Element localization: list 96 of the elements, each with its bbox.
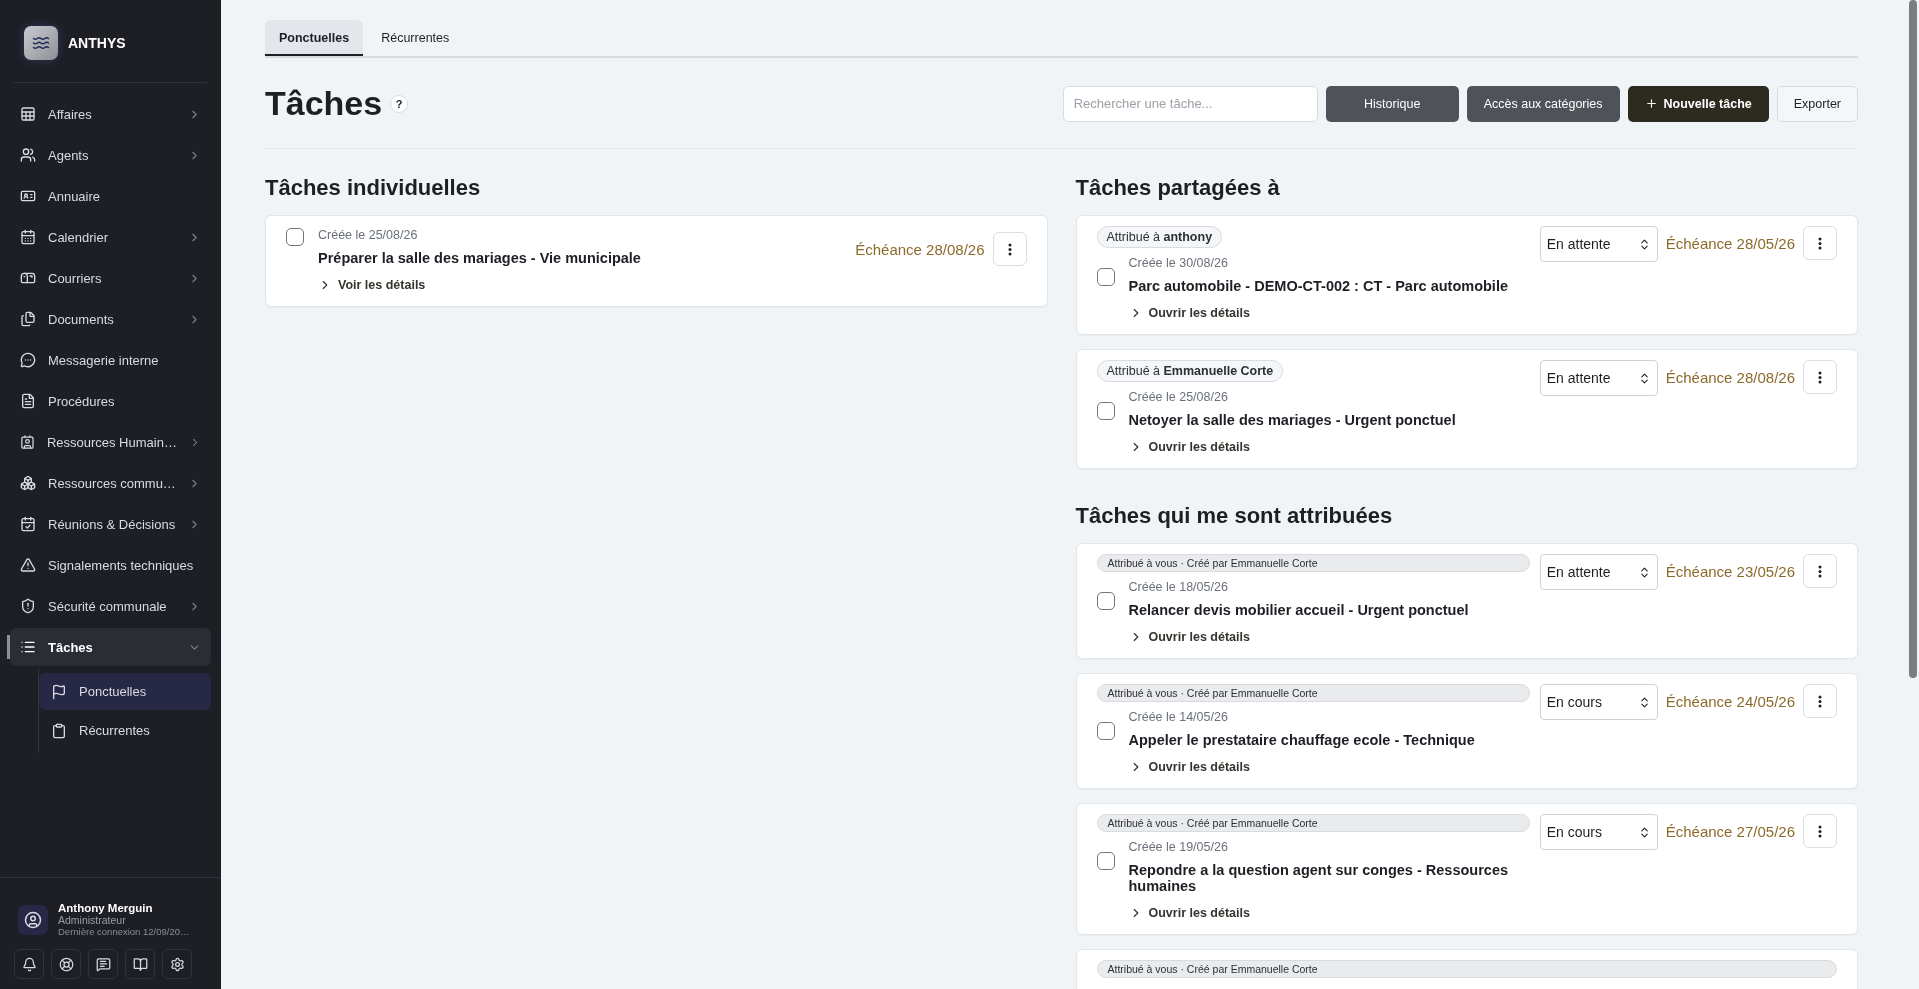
tab[interactable]: Récurrentes (367, 20, 464, 56)
status-select[interactable]: En cours (1539, 684, 1658, 720)
help-button[interactable] (51, 949, 81, 979)
files-icon (20, 311, 36, 327)
plus-icon (1644, 97, 1658, 110)
document-icon (20, 393, 36, 409)
new-task-button[interactable]: Nouvelle tâche (1627, 85, 1769, 122)
chat-bubble-icon (20, 352, 36, 368)
id-card-icon (20, 188, 36, 204)
details-link[interactable]: Ouvrir les détails (1128, 906, 1250, 920)
due-date: Échéance 24/05/26 (1665, 692, 1795, 712)
calendar-icon (20, 229, 36, 245)
status-select[interactable]: En attente (1539, 554, 1658, 590)
created-date: Créée le 18/05/26 (1128, 580, 1229, 594)
header-button[interactable]: Historique (1325, 85, 1459, 122)
calendar-check-icon (20, 516, 36, 532)
status-select[interactable]: En cours (1539, 814, 1658, 850)
contact-card-icon (20, 434, 35, 450)
last-login: Dernière connexion 12/09/20… (58, 926, 190, 937)
more-icon (1818, 564, 1822, 578)
boxes-icon (20, 475, 36, 491)
spreadsheet-icon (20, 106, 36, 122)
created-date: Créée le 14/05/26 (1128, 710, 1229, 724)
section-heading: Tâches partagées à (1075, 175, 1281, 201)
page-title: Tâches (265, 84, 383, 123)
clipboard-icon (51, 722, 67, 739)
details-link[interactable]: Ouvrir les détails (1128, 760, 1250, 774)
export-button[interactable]: Exporter (1776, 85, 1858, 122)
section-heading: Tâches qui me sont attribuées (1075, 503, 1394, 529)
bell-icon (21, 956, 37, 972)
header-button[interactable]: Accès aux catégories (1466, 85, 1620, 122)
lifebuoy-icon (58, 956, 74, 972)
due-date: Échéance 28/05/26 (1665, 234, 1795, 254)
scrollbar-thumb[interactable] (1909, 0, 1917, 678)
help-icon[interactable]: ? (390, 94, 409, 113)
task-checkbox[interactable] (1096, 268, 1115, 286)
task-title: Parc automobile - DEMO-CT-002 : CT - Parc automobile (1128, 278, 1508, 294)
assignment-badge: Attribué à Emmanuelle Corte (1096, 360, 1284, 382)
details-link[interactable]: Voir les détails (318, 278, 426, 292)
task-title: Appeler le prestataire chauffage ecole - Technique (1128, 732, 1475, 748)
details-link[interactable]: Ouvrir les détails (1128, 440, 1250, 454)
task-checkbox[interactable] (1096, 402, 1115, 420)
created-date: Créée le 19/05/26 (1128, 840, 1229, 854)
details-link[interactable]: Ouvrir les détails (1128, 306, 1250, 320)
status-select[interactable]: En attente (1539, 226, 1658, 262)
task-checkbox[interactable] (1096, 722, 1115, 740)
messages-button[interactable] (88, 949, 118, 979)
more-icon (1818, 694, 1822, 708)
user-role: Administrateur (58, 914, 127, 926)
nav-item[interactable]: Tâches (10, 628, 211, 666)
nav-subitem[interactable]: Récurrentes (39, 712, 211, 749)
created-date: Créée le 30/08/26 (1128, 256, 1229, 270)
flag-icon (51, 683, 67, 700)
task-title: Relancer devis mobilier accueil - Urgent ponctuel (1128, 602, 1469, 618)
created-date: Créée le 25/08/26 (1128, 390, 1229, 404)
created-date: Créée le 25/08/26 (318, 228, 419, 242)
warning-icon (20, 557, 36, 573)
details-link[interactable]: Ouvrir les détails (1128, 630, 1250, 644)
due-date: Échéance 27/05/26 (1665, 822, 1795, 842)
users-icon (20, 147, 36, 163)
task-title: Repondre a la question agent sur conges - Ressources humaines (1128, 862, 1509, 894)
book-icon (132, 956, 148, 972)
avatar-icon (18, 904, 48, 935)
notifications-button[interactable] (14, 949, 44, 979)
more-icon (1818, 370, 1822, 384)
due-date: Échéance 28/08/26 (855, 240, 985, 260)
tab[interactable]: Ponctuelles (265, 20, 364, 56)
more-icon (1818, 824, 1822, 838)
task-checkbox[interactable] (1096, 592, 1115, 610)
settings-icon (169, 956, 185, 972)
settings-button[interactable] (162, 949, 192, 979)
brand-name: ANTHYS (68, 35, 126, 51)
assignment-badge: Attribué à vous · Créé par Emmanuelle Corte (1096, 684, 1530, 702)
section-heading: Tâches individuelles (265, 175, 482, 201)
due-date: Échéance 28/08/26 (1665, 368, 1795, 388)
user-name: Anthony Merguin (58, 902, 154, 914)
logo-icon (24, 26, 58, 60)
task-title: Netoyer la salle des mariages - Urgent ponctuel (1128, 412, 1456, 428)
task-checkbox[interactable] (286, 228, 304, 246)
search-field[interactable]: Rechercher une tâche... (1062, 85, 1318, 122)
more-icon (1007, 242, 1012, 256)
due-date: Échéance 23/05/26 (1665, 562, 1795, 582)
list-icon (20, 639, 36, 655)
task-title: Préparer la salle des mariages - Vie municipale (318, 250, 641, 266)
more-icon (1818, 236, 1822, 250)
assignment-badge: Attribué à vous · Créé par Emmanuelle Corte (1096, 814, 1530, 832)
task-checkbox[interactable] (1096, 852, 1115, 870)
assignment-badge: Attribué à vous · Créé par Emmanuelle Corte (1096, 960, 1837, 978)
assignment-badge: Attribué à vous · Créé par Emmanuelle Corte (1096, 554, 1530, 572)
nav-subitem[interactable]: Ponctuelles (39, 673, 211, 710)
status-select[interactable]: En attente (1539, 360, 1658, 396)
assignment-badge: Attribué à anthony (1096, 226, 1223, 248)
mailbox-icon (20, 270, 36, 286)
shield-alert-icon (20, 598, 36, 614)
message-icon (95, 956, 111, 972)
docs-button[interactable] (125, 949, 155, 979)
